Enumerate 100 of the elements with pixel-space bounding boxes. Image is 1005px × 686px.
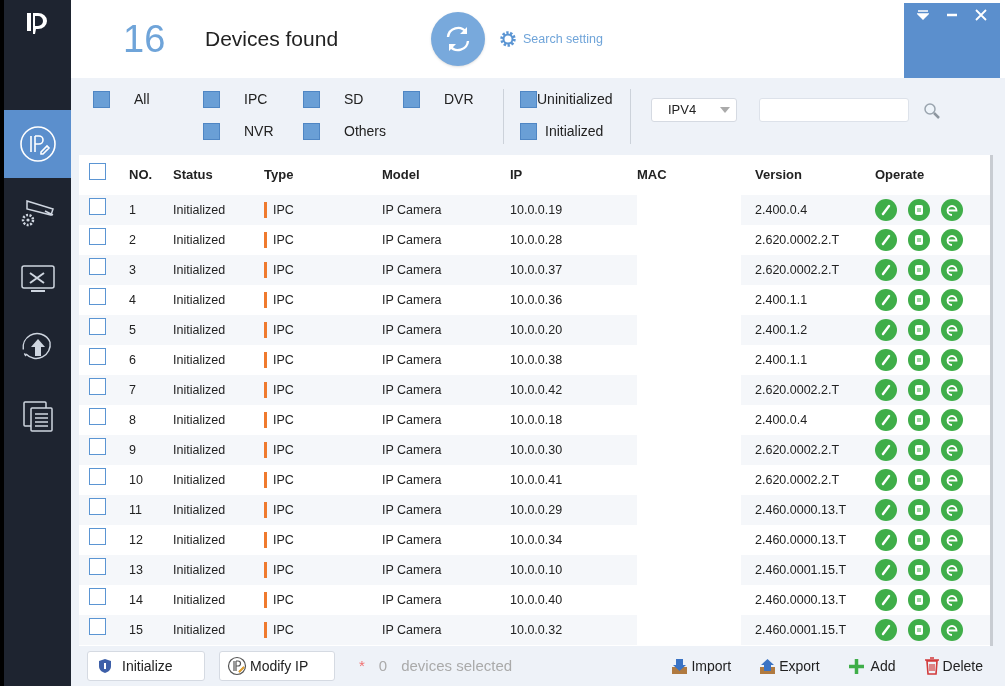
browser-icon[interactable]	[941, 259, 963, 281]
browser-icon[interactable]	[941, 199, 963, 221]
browser-icon[interactable]	[941, 439, 963, 461]
browser-icon[interactable]	[941, 229, 963, 251]
export-button[interactable]: Export	[759, 655, 820, 677]
table-row[interactable]: 15 Initialized IPC IP Camera 10.0.0.32 2.460.0001.15.T	[79, 615, 990, 645]
edit-icon[interactable]	[875, 289, 897, 311]
initialize-button[interactable]: Initialize	[87, 651, 205, 681]
table-cell-text: 2.620.0002.2.T	[755, 261, 841, 279]
edit-icon[interactable]	[875, 619, 897, 641]
document-icon[interactable]	[908, 499, 930, 521]
filter-checkbox[interactable]	[203, 123, 220, 140]
document-icon[interactable]	[908, 589, 930, 611]
edit-icon[interactable]	[875, 559, 897, 581]
filter-checkbox[interactable]	[303, 91, 320, 108]
browser-icon[interactable]	[941, 469, 963, 491]
row-checkbox[interactable]	[89, 468, 106, 485]
shield-icon	[98, 658, 112, 674]
edit-icon[interactable]	[875, 529, 897, 551]
table-row[interactable]: 11 Initialized IPC IP Camera 10.0.0.29 2.460.0000.13.T	[79, 495, 990, 525]
row-checkbox[interactable]	[89, 288, 106, 305]
edit-icon[interactable]	[875, 469, 897, 491]
browser-icon[interactable]	[941, 409, 963, 431]
document-icon[interactable]	[908, 619, 930, 641]
browser-icon[interactable]	[941, 619, 963, 641]
document-icon[interactable]	[908, 409, 930, 431]
browser-icon[interactable]	[941, 289, 963, 311]
row-checkbox[interactable]	[89, 498, 106, 515]
select-all-checkbox[interactable]	[89, 163, 106, 180]
filter-checkbox[interactable]	[403, 91, 420, 108]
search-icon[interactable]	[923, 102, 941, 120]
document-icon[interactable]	[908, 439, 930, 461]
browser-icon[interactable]	[941, 379, 963, 401]
filter-checkbox[interactable]	[203, 91, 220, 108]
table-row[interactable]: 1 Initialized IPC IP Camera 10.0.0.19 2.400.0.4	[79, 195, 990, 225]
edit-icon[interactable]	[875, 379, 897, 401]
row-checkbox[interactable]	[89, 408, 106, 425]
table-row[interactable]: 5 Initialized IPC IP Camera 10.0.0.20 2.400.1.2	[79, 315, 990, 345]
browser-icon[interactable]	[941, 499, 963, 521]
browser-icon[interactable]	[941, 319, 963, 341]
row-checkbox[interactable]	[89, 198, 106, 215]
edit-icon[interactable]	[875, 409, 897, 431]
refresh-button[interactable]	[431, 12, 485, 66]
edit-icon[interactable]	[875, 349, 897, 371]
table-cell-text: 10.0.0.20	[510, 321, 564, 339]
row-checkbox[interactable]	[89, 558, 106, 575]
table-cell-text: IPC	[273, 351, 294, 369]
table-row[interactable]: 7 Initialized IPC IP Camera 10.0.0.42 2.620.0002.2.T	[79, 375, 990, 405]
row-checkbox[interactable]	[89, 528, 106, 545]
table-cell-text: 14	[129, 591, 144, 609]
import-button[interactable]: Import	[671, 655, 732, 677]
add-button[interactable]: Add	[847, 655, 896, 677]
row-checkbox[interactable]	[89, 438, 106, 455]
row-checkbox[interactable]	[89, 378, 106, 395]
row-checkbox[interactable]	[89, 318, 106, 335]
protocol-dropdown[interactable]: IPV4	[651, 98, 737, 122]
table-cell-text: 4	[129, 291, 137, 309]
table-row[interactable]: 13 Initialized IPC IP Camera 10.0.0.10 2.460.0001.15.T	[79, 555, 990, 585]
table-cell-text: 2.400.1.2	[755, 321, 809, 339]
close-icon[interactable]	[975, 9, 988, 21]
edit-icon[interactable]	[875, 589, 897, 611]
filter-checkbox[interactable]	[520, 123, 537, 140]
browser-icon[interactable]	[941, 349, 963, 371]
table-cell-text: 2.400.0.4	[755, 411, 809, 429]
document-icon[interactable]	[908, 379, 930, 401]
table-row[interactable]: 9 Initialized IPC IP Camera 10.0.0.30 2.620.0002.2.T	[79, 435, 990, 465]
edit-icon[interactable]	[875, 319, 897, 341]
document-icon[interactable]	[908, 349, 930, 371]
table-cell-text: Initialized	[173, 351, 227, 369]
document-icon[interactable]	[908, 469, 930, 491]
edit-icon[interactable]	[875, 439, 897, 461]
edit-icon[interactable]	[875, 499, 897, 521]
modify-ip-button[interactable]: Modify IP	[219, 651, 335, 681]
document-icon[interactable]	[908, 559, 930, 581]
filter-checkbox[interactable]	[303, 123, 320, 140]
browser-icon[interactable]	[941, 589, 963, 611]
row-checkbox[interactable]	[89, 618, 106, 635]
edit-icon[interactable]	[875, 199, 897, 221]
filter-checkbox[interactable]	[520, 91, 537, 108]
table-cell-text: IPC	[273, 561, 294, 579]
document-icon[interactable]	[908, 259, 930, 281]
document-icon[interactable]	[908, 289, 930, 311]
row-checkbox[interactable]	[89, 258, 106, 275]
dropdown-icon[interactable]	[916, 9, 929, 21]
table-row[interactable]: 3 Initialized IPC IP Camera 10.0.0.37 2.620.0002.2.T	[79, 255, 990, 285]
document-icon[interactable]	[908, 319, 930, 341]
row-checkbox[interactable]	[89, 228, 106, 245]
edit-icon[interactable]	[875, 229, 897, 251]
document-icon[interactable]	[908, 199, 930, 221]
delete-button[interactable]: Delete	[923, 655, 983, 677]
document-icon[interactable]	[908, 529, 930, 551]
table-cell-text: 5	[129, 321, 137, 339]
browser-icon[interactable]	[941, 559, 963, 581]
browser-icon[interactable]	[941, 529, 963, 551]
search-field[interactable]	[759, 98, 909, 122]
filter-checkbox[interactable]	[93, 91, 110, 108]
row-checkbox[interactable]	[89, 348, 106, 365]
edit-icon[interactable]	[875, 259, 897, 281]
document-icon[interactable]	[908, 229, 930, 251]
row-checkbox[interactable]	[89, 588, 106, 605]
